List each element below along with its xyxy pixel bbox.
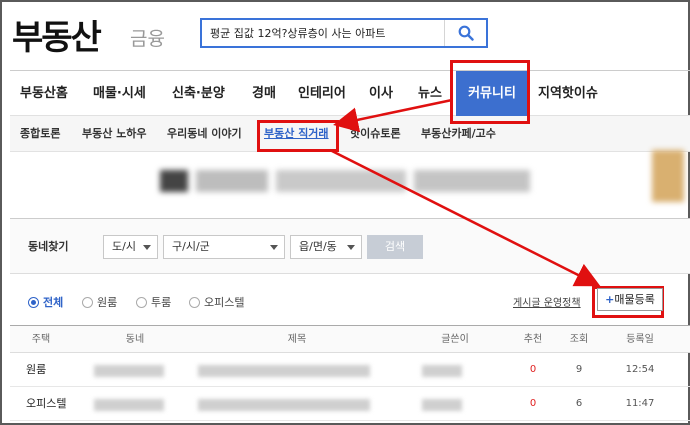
nav-item-moving[interactable]: 이사 (369, 71, 393, 116)
nav-item-listings[interactable]: 매물·시세 (93, 71, 146, 116)
row-type: 원룸 (26, 363, 47, 376)
search-box (200, 18, 488, 48)
radio-label: 원룸 (97, 296, 118, 309)
column-header: 동네 (125, 334, 145, 345)
row-recommend: 0 (529, 398, 537, 409)
finance-link[interactable]: 금융 (130, 24, 165, 51)
column-header: 등록일 (626, 334, 654, 345)
subnav-item-knowhow[interactable]: 부동산 노하우 (82, 116, 147, 151)
redacted-title (198, 365, 370, 377)
radio-one-room[interactable]: 원룸 (82, 294, 117, 310)
nav-item-home[interactable]: 부동산홈 (20, 71, 68, 116)
neighborhood-filter: 동네찾기 도/시 구/시/군 읍/면/동 검색 (10, 218, 690, 274)
column-header: 주택 (31, 334, 51, 345)
policy-link[interactable]: 게시글 운영정책 (513, 294, 581, 309)
community-subnav: 종합토론 부동산 노하우 우리동네 이야기 부동산 직거래 핫이슈토론 부동산카… (10, 116, 690, 152)
search-icon (458, 25, 474, 41)
subnav-item-neighborhood[interactable]: 우리동네 이야기 (167, 116, 242, 151)
column-header: 제목 (287, 334, 307, 345)
main-nav: 부동산홈 매물·시세 신축·분양 경매 인테리어 이사 뉴스 커뮤니티 지역핫이… (10, 70, 690, 116)
chevron-down-icon (143, 245, 151, 250)
nav-item-new-construction[interactable]: 신축·분양 (172, 71, 225, 116)
redacted-title (198, 399, 370, 411)
nav-item-auction[interactable]: 경매 (252, 71, 276, 116)
radio-dot-icon (28, 296, 39, 308)
filter-search-button[interactable]: 검색 (367, 235, 423, 259)
redacted-author (422, 399, 462, 411)
search-input[interactable] (202, 20, 444, 46)
radio-dot-icon (136, 296, 147, 308)
radio-label: 오피스텔 (204, 296, 245, 309)
radio-two-room[interactable]: 투룸 (136, 294, 171, 310)
table-row[interactable]: 원룸 0 9 12:54 (10, 353, 690, 387)
row-type: 오피스텔 (26, 397, 67, 410)
row-recommend: 0 (529, 364, 537, 375)
radio-dot-icon (82, 296, 93, 308)
table-row[interactable]: 오피스텔 0 6 11:47 (10, 387, 690, 421)
radio-dot-icon (189, 296, 200, 308)
chevron-down-icon (347, 245, 355, 250)
row-date: 11:47 (625, 398, 655, 409)
radio-label: 전체 (43, 296, 64, 309)
highlight-community (450, 60, 530, 124)
highlight-direct-deal (257, 120, 339, 152)
redacted-neighborhood (94, 399, 164, 411)
row-views: 6 (575, 398, 583, 409)
row-views: 9 (575, 364, 583, 375)
nav-item-news[interactable]: 뉴스 (418, 71, 442, 116)
listings-table: 주택 동네 제목 글쓴이 추천 조회 등록일 원룸 0 9 12:54 오피스텔… (10, 325, 690, 421)
row-date: 12:54 (625, 364, 655, 375)
district-select-value: 구/시/군 (172, 240, 210, 253)
district-select[interactable]: 구/시/군 (163, 235, 285, 259)
register-listing-button[interactable]: +매물등록 (597, 288, 663, 311)
radio-label: 투룸 (151, 296, 172, 309)
column-header: 조회 (569, 334, 589, 345)
redacted-neighborhood (94, 365, 164, 377)
nav-item-local-issues[interactable]: 지역핫이슈 (538, 71, 598, 116)
subnav-item-hot-issue[interactable]: 핫이슈토론 (350, 116, 401, 151)
town-select-value: 읍/면/동 (299, 240, 337, 253)
site-logo[interactable]: 부동산 (12, 10, 102, 59)
province-select[interactable]: 도/시 (103, 235, 158, 259)
filter-label: 동네찾기 (28, 240, 69, 253)
subnav-item-general[interactable]: 종합토론 (20, 116, 60, 151)
radio-officetel[interactable]: 오피스텔 (189, 294, 244, 310)
column-header: 글쓴이 (441, 334, 469, 345)
radio-all[interactable]: 전체 (28, 294, 63, 310)
plus-icon: + (605, 293, 615, 306)
column-header: 추천 (523, 334, 543, 345)
room-type-filter: 전체 원룸 투룸 오피스텔 게시글 운영정책 +매물등록 (10, 284, 690, 318)
table-header: 주택 동네 제목 글쓴이 추천 조회 등록일 (10, 325, 690, 353)
redacted-author (422, 365, 462, 377)
nav-item-interior[interactable]: 인테리어 (298, 71, 346, 116)
chevron-down-icon (270, 245, 278, 250)
search-button[interactable] (444, 20, 486, 46)
register-button-label: 매물등록 (614, 293, 655, 306)
province-select-value: 도/시 (112, 240, 136, 253)
town-select[interactable]: 읍/면/동 (290, 235, 362, 259)
